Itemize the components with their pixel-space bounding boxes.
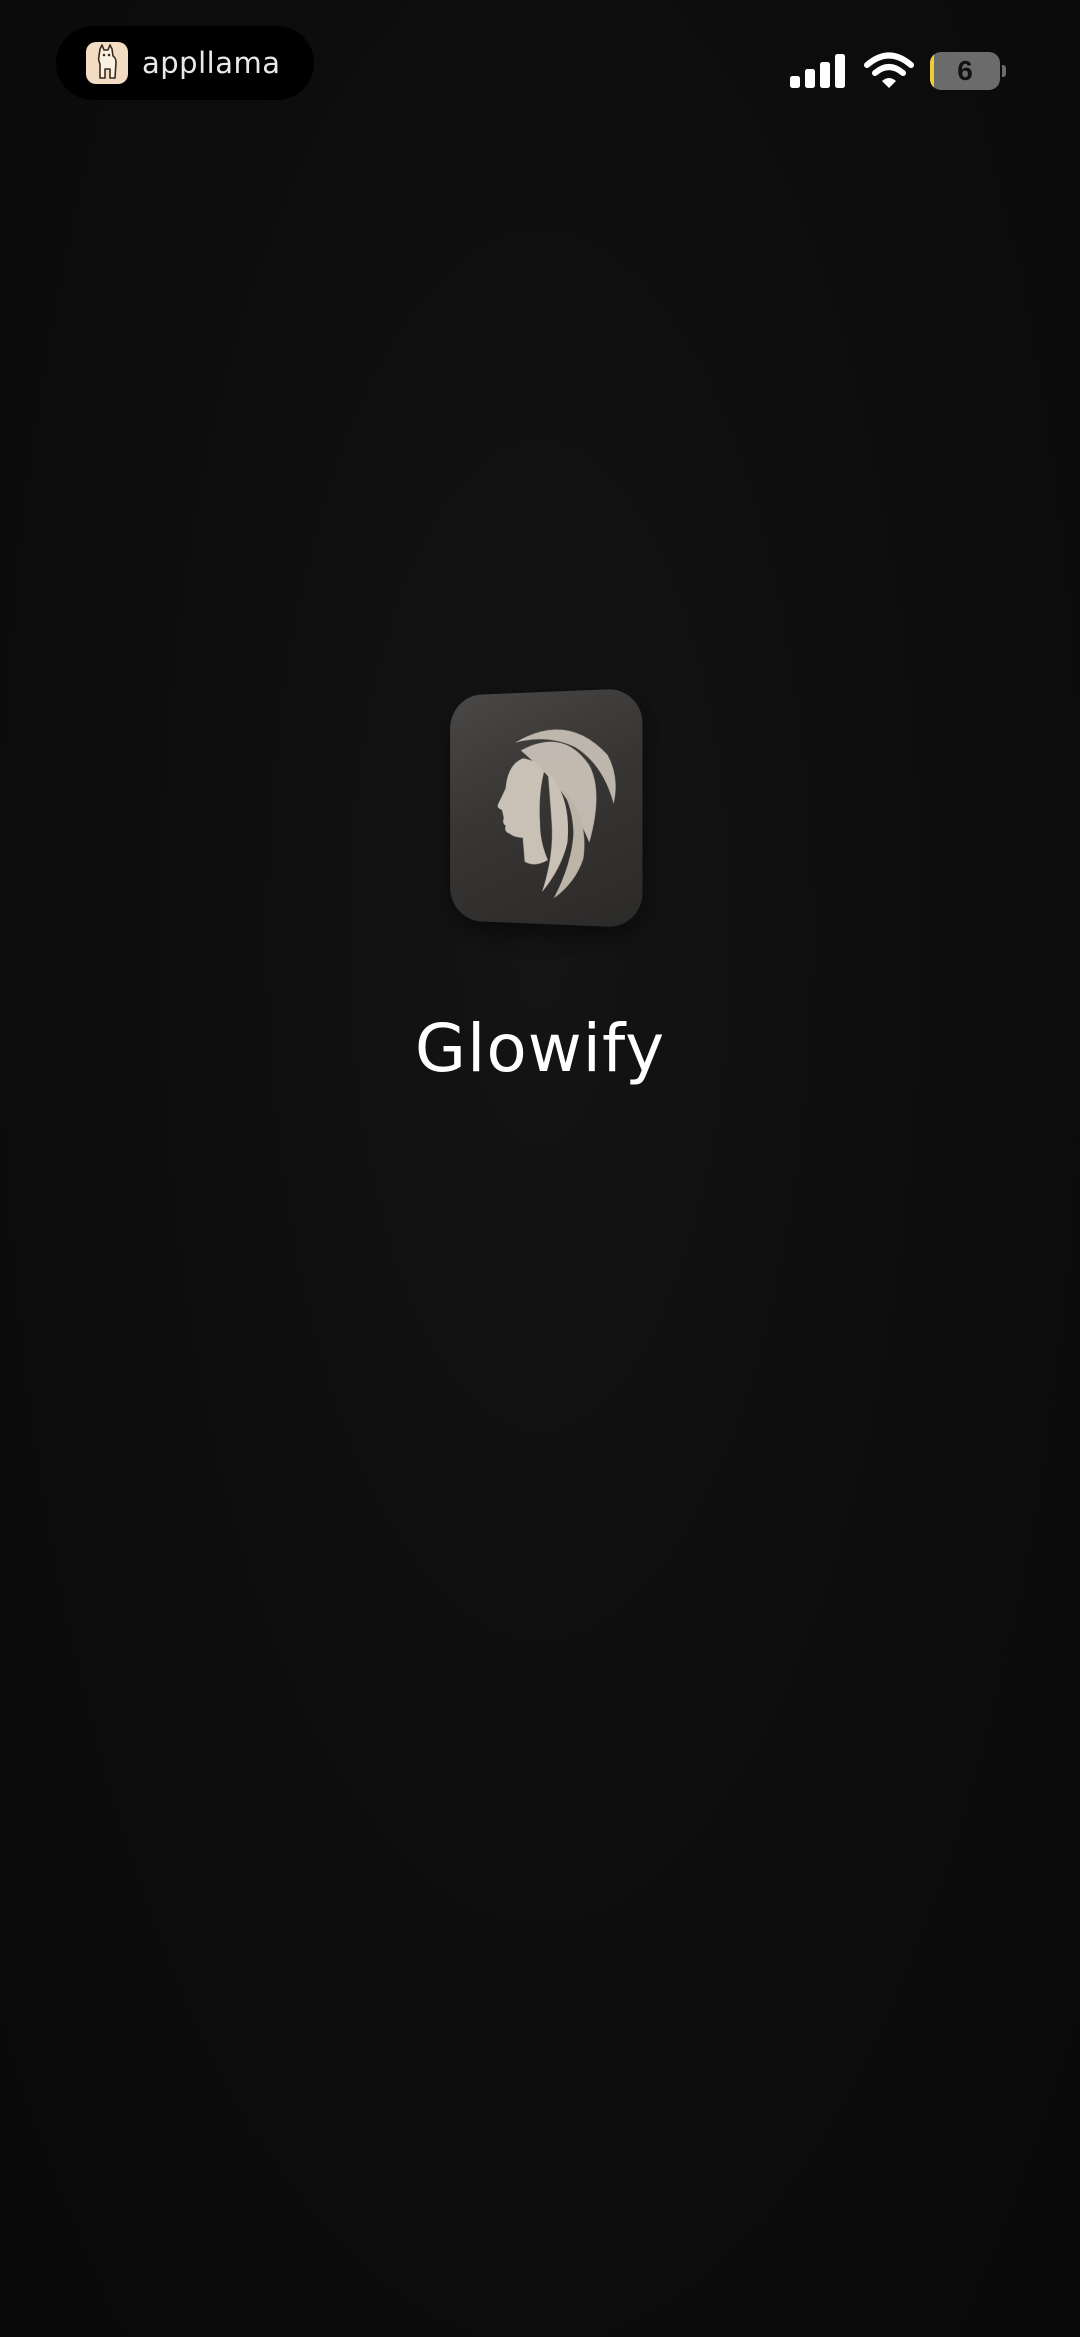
llama-logo-icon (86, 42, 128, 84)
watermark-text: appllama (142, 46, 281, 80)
app-name: Glowify (414, 1010, 666, 1087)
splash-screen: appllama 6 Glowify (0, 0, 1080, 2337)
app-logo-icon (450, 687, 643, 929)
battery-icon: 6 (930, 52, 1006, 90)
appllama-watermark: appllama (56, 26, 314, 100)
battery-tip (1002, 65, 1006, 77)
wifi-icon (864, 52, 914, 88)
cellular-signal-icon (790, 54, 845, 88)
battery-level-text: 6 (957, 55, 973, 86)
